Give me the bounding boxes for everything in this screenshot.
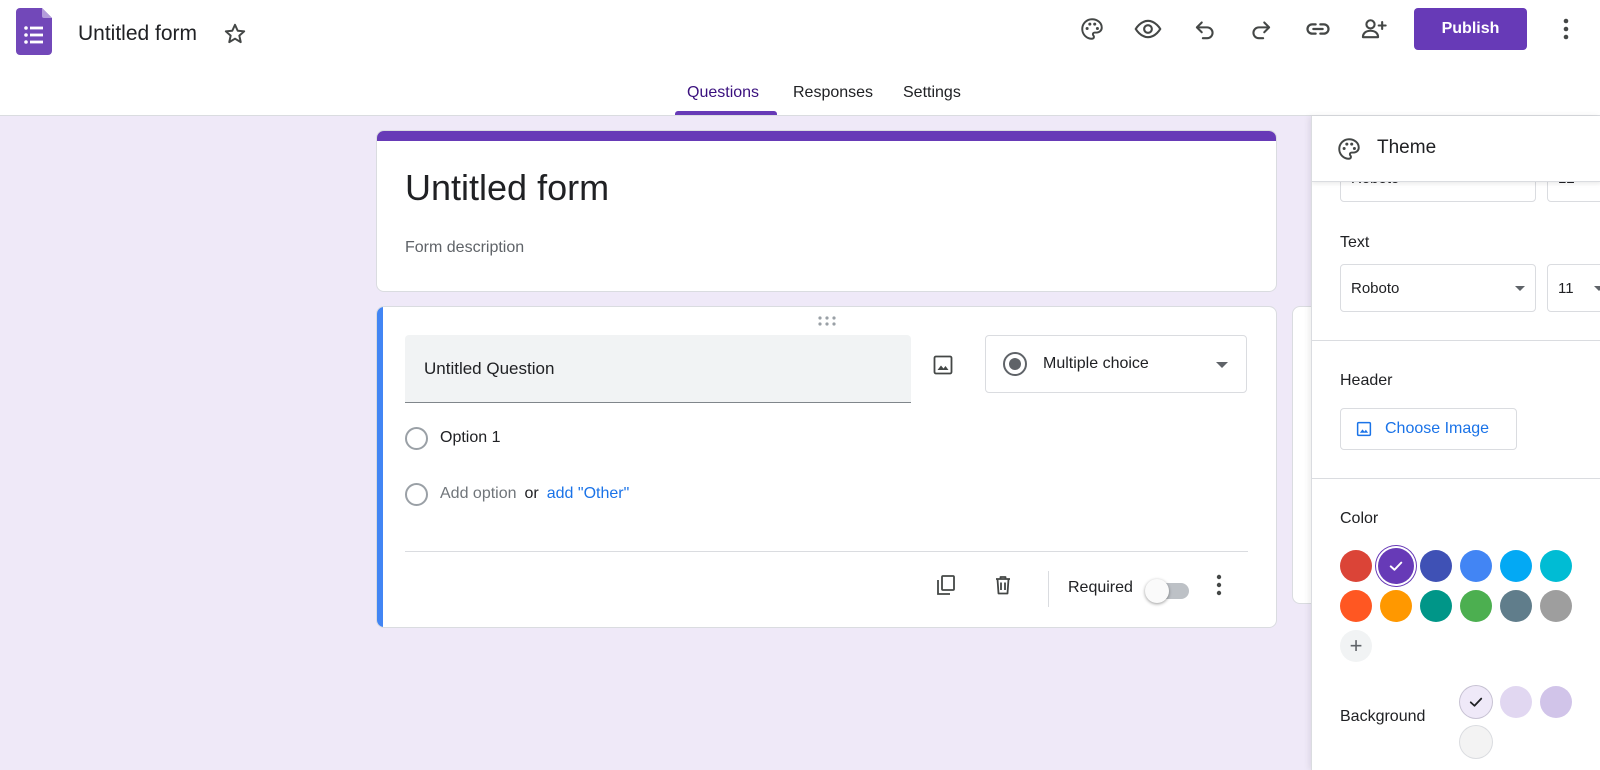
check-icon — [1469, 697, 1483, 707]
chevron-down-icon — [1594, 286, 1600, 291]
customize-theme-icon[interactable] — [1077, 14, 1107, 44]
app-header: Untitled form Publish Questions Response… — [0, 0, 1600, 116]
form-tabs: Questions Responses Settings — [0, 76, 1600, 116]
question-type-label: Multiple choice — [1043, 355, 1149, 372]
active-card-indicator — [377, 307, 383, 627]
undo-icon[interactable] — [1190, 14, 1220, 44]
link-icon[interactable] — [1303, 14, 1333, 44]
required-toggle[interactable] — [1145, 579, 1189, 603]
color-swatch[interactable] — [1420, 590, 1452, 622]
publish-button[interactable]: Publish — [1414, 8, 1527, 50]
chevron-down-icon — [1216, 362, 1228, 368]
text-section-label: Text — [1340, 234, 1370, 251]
check-icon — [1389, 561, 1403, 571]
add-image-icon[interactable] — [929, 351, 957, 379]
more-vert-icon[interactable] — [1554, 14, 1578, 44]
color-section-label: Color — [1340, 510, 1379, 527]
question-card[interactable]: Untitled Question Multiple choice Option… — [376, 306, 1277, 628]
text-font-value: Roboto — [1351, 280, 1400, 297]
header-section-label: Header — [1340, 372, 1393, 389]
add-custom-color-icon[interactable]: + — [1340, 630, 1372, 662]
active-tab-indicator — [675, 111, 777, 115]
choose-image-label: Choose Image — [1385, 420, 1490, 437]
text-size-dropdown[interactable]: 11 — [1547, 264, 1600, 312]
text-size-value: 11 — [1558, 280, 1574, 297]
text-font-dropdown[interactable]: Roboto — [1340, 264, 1536, 312]
form-title[interactable]: Untitled form — [405, 167, 609, 209]
question-more-icon[interactable] — [1205, 571, 1233, 599]
color-swatch[interactable] — [1340, 590, 1372, 622]
option-label[interactable]: Option 1 — [440, 429, 500, 447]
palette-icon — [1338, 138, 1360, 160]
required-label: Required — [1068, 579, 1133, 596]
list-item[interactable]: Option 1 — [405, 425, 500, 451]
color-swatch[interactable] — [1540, 590, 1572, 622]
tab-settings[interactable]: Settings — [903, 84, 961, 116]
color-swatch[interactable] — [1420, 550, 1452, 582]
accent-bar — [377, 131, 1276, 141]
tab-responses[interactable]: Responses — [793, 84, 873, 116]
forms-logo-icon[interactable] — [16, 8, 52, 55]
background-swatch[interactable] — [1500, 686, 1532, 718]
or-text: or — [524, 485, 539, 502]
question-title-input[interactable]: Untitled Question — [405, 335, 911, 403]
add-collaborator-icon[interactable] — [1359, 14, 1389, 44]
background-swatch[interactable] — [1460, 686, 1492, 718]
color-swatch[interactable] — [1460, 550, 1492, 582]
theme-panel: Theme Roboto 12 Text Roboto 11 Header Ch… — [1311, 116, 1600, 770]
background-swatch[interactable] — [1540, 686, 1572, 718]
redo-icon[interactable] — [1246, 14, 1276, 44]
add-option-row: Add option or add "Other" — [405, 481, 629, 507]
radio-button-icon — [1003, 352, 1027, 376]
radio-circle-icon — [405, 482, 428, 506]
background-swatch[interactable] — [1460, 726, 1492, 758]
add-option-button[interactable]: Add option — [440, 485, 517, 503]
color-swatch[interactable] — [1380, 590, 1412, 622]
color-swatch[interactable] — [1340, 550, 1372, 582]
theme-panel-title: Theme — [1377, 137, 1437, 158]
divider — [405, 551, 1248, 552]
divider — [1312, 478, 1600, 479]
toggle-knob — [1145, 579, 1169, 603]
duplicate-icon[interactable] — [932, 571, 960, 599]
drag-handle-icon[interactable] — [817, 315, 837, 327]
delete-icon[interactable] — [989, 571, 1017, 599]
question-type-dropdown[interactable]: Multiple choice — [985, 335, 1247, 393]
color-swatch[interactable] — [1540, 550, 1572, 582]
choose-image-button[interactable]: Choose Image — [1340, 408, 1517, 450]
form-description-field[interactable]: Form description — [405, 239, 524, 257]
document-title[interactable]: Untitled form — [78, 20, 197, 48]
star-icon[interactable] — [222, 21, 248, 47]
color-swatch[interactable] — [1460, 590, 1492, 622]
color-swatch[interactable] — [1500, 550, 1532, 582]
divider — [1312, 340, 1600, 341]
image-icon — [1356, 421, 1372, 437]
radio-circle-icon — [405, 426, 428, 450]
form-title-card[interactable]: Untitled form Form description — [376, 130, 1277, 292]
preview-icon[interactable] — [1133, 14, 1163, 44]
divider — [1048, 571, 1049, 607]
background-section-label: Background — [1340, 708, 1426, 725]
theme-panel-header: Theme — [1312, 116, 1600, 182]
color-swatch[interactable] — [1378, 548, 1414, 584]
add-other-link[interactable]: add "Other" — [547, 485, 630, 503]
chevron-down-icon — [1515, 286, 1525, 291]
color-swatch[interactable] — [1500, 590, 1532, 622]
